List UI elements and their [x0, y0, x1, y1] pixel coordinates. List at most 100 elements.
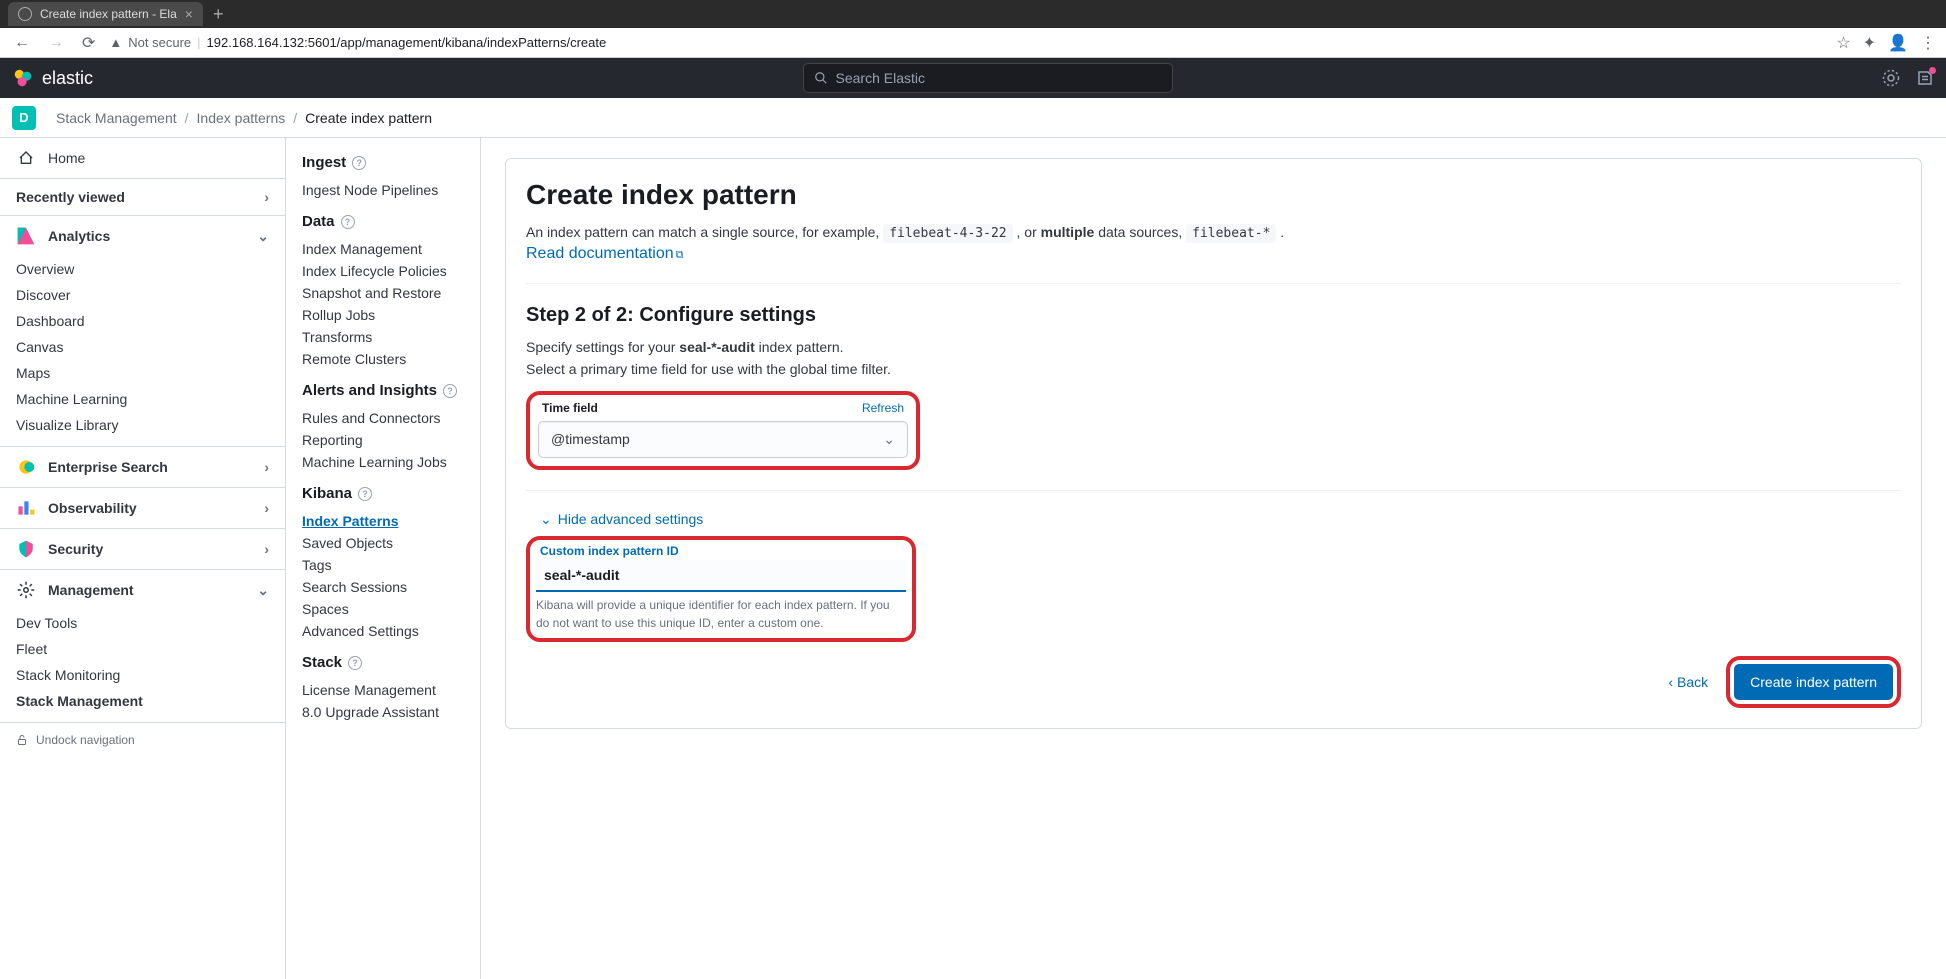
page-description: An index pattern can match a single sour…	[526, 221, 1901, 245]
advanced-settings-toggle[interactable]: ⌄ Hide advanced settings	[540, 511, 1901, 528]
elastic-logo[interactable]: elastic	[12, 67, 93, 89]
new-tab-button[interactable]: +	[203, 4, 234, 25]
read-documentation-link[interactable]: Read documentation⧉	[526, 245, 684, 262]
nav-maps[interactable]: Maps	[0, 360, 285, 386]
link-ilm[interactable]: Index Lifecycle Policies	[302, 260, 464, 282]
breadcrumb-current: Create index pattern	[305, 110, 432, 126]
space-selector[interactable]: D	[12, 106, 36, 130]
link-transforms[interactable]: Transforms	[302, 326, 464, 348]
link-snapshot[interactable]: Snapshot and Restore	[302, 282, 464, 304]
undock-nav[interactable]: Undock navigation	[0, 722, 285, 757]
nav-canvas[interactable]: Canvas	[0, 334, 285, 360]
breadcrumb-stack-management[interactable]: Stack Management	[56, 110, 177, 126]
address-bar[interactable]: ▲ Not secure | 192.168.164.132:5601/app/…	[109, 35, 1826, 50]
mid-heading-kibana: Kibana?	[302, 485, 464, 502]
search-icon	[814, 71, 828, 85]
external-link-icon: ⧉	[676, 249, 684, 261]
forward-browser-icon[interactable]: →	[44, 32, 68, 54]
link-index-management[interactable]: Index Management	[302, 238, 464, 260]
chevron-right-icon: ›	[264, 541, 269, 557]
time-field-value: @timestamp	[551, 431, 630, 447]
brand-text: elastic	[42, 68, 93, 89]
chevron-down-icon: ⌄	[883, 431, 895, 448]
link-tags[interactable]: Tags	[302, 554, 464, 576]
refresh-link[interactable]: Refresh	[862, 401, 904, 415]
global-search[interactable]: Search Elastic	[803, 63, 1173, 93]
link-remote-clusters[interactable]: Remote Clusters	[302, 348, 464, 370]
nav-stack-management[interactable]: Stack Management	[0, 688, 285, 714]
search-placeholder: Search Elastic	[836, 70, 925, 86]
nav-stack-monitoring[interactable]: Stack Monitoring	[0, 662, 285, 688]
not-secure-label: Not secure	[128, 35, 191, 50]
elastic-logo-icon	[12, 67, 34, 89]
breadcrumb-index-patterns[interactable]: Index patterns	[197, 110, 286, 126]
tab-title: Create index pattern - Ela	[40, 7, 177, 21]
help-icon[interactable]: ?	[443, 384, 457, 398]
nav-discover[interactable]: Discover	[0, 282, 285, 308]
time-field-select[interactable]: @timestamp ⌄	[538, 421, 908, 458]
link-rules[interactable]: Rules and Connectors	[302, 407, 464, 429]
custom-id-input[interactable]	[536, 560, 906, 592]
content-area: Create index pattern An index pattern ca…	[481, 138, 1946, 979]
link-license[interactable]: License Management	[302, 679, 464, 701]
mid-heading-alerts: Alerts and Insights?	[302, 382, 464, 399]
reload-icon[interactable]: ⟳	[78, 31, 99, 55]
browser-tab[interactable]: Create index pattern - Ela ×	[8, 2, 203, 26]
nav-dashboard[interactable]: Dashboard	[0, 308, 285, 334]
chevron-right-icon: ›	[264, 459, 269, 475]
breadcrumb: D Stack Management / Index patterns / Cr…	[0, 98, 1946, 138]
link-advanced-settings[interactable]: Advanced Settings	[302, 620, 464, 642]
star-icon[interactable]: ☆	[1836, 33, 1850, 53]
nav-enterprise-search[interactable]: Enterprise Search ›	[0, 447, 285, 487]
link-reporting[interactable]: Reporting	[302, 429, 464, 451]
help-icon[interactable]: ?	[358, 487, 372, 501]
nav-security[interactable]: Security ›	[0, 529, 285, 569]
link-upgrade[interactable]: 8.0 Upgrade Assistant	[302, 701, 464, 723]
help-icon[interactable]: ?	[352, 156, 366, 170]
close-tab-icon[interactable]: ×	[185, 6, 193, 22]
link-spaces[interactable]: Spaces	[302, 598, 464, 620]
help-icon[interactable]: ?	[341, 215, 355, 229]
back-browser-icon[interactable]: ←	[10, 32, 34, 54]
profile-icon[interactable]: 👤	[1888, 33, 1908, 53]
chevron-down-icon: ⌄	[257, 582, 269, 599]
link-saved-objects[interactable]: Saved Objects	[302, 532, 464, 554]
nav-management[interactable]: Management ⌄	[0, 570, 285, 610]
extensions-icon[interactable]: ✦	[1863, 33, 1876, 53]
code-example-1: filebeat-4-3-22	[883, 224, 1012, 243]
analytics-icon	[16, 226, 36, 246]
nav-overview[interactable]: Overview	[0, 256, 285, 282]
nav-observability[interactable]: Observability ›	[0, 488, 285, 528]
nav-home[interactable]: Home	[0, 138, 285, 178]
help-icon[interactable]: ?	[348, 656, 362, 670]
link-ml-jobs[interactable]: Machine Learning Jobs	[302, 451, 464, 473]
nav-ml[interactable]: Machine Learning	[0, 386, 285, 412]
tab-favicon	[18, 7, 32, 21]
mid-heading-ingest: Ingest?	[302, 154, 464, 171]
highlight-time-field: Time field Refresh @timestamp ⌄	[526, 391, 920, 470]
back-link[interactable]: ‹ Back	[1668, 674, 1708, 690]
link-search-sessions[interactable]: Search Sessions	[302, 576, 464, 598]
time-field-label: Time field	[542, 401, 598, 415]
nav-visualize[interactable]: Visualize Library	[0, 412, 285, 438]
link-ingest-pipelines[interactable]: Ingest Node Pipelines	[302, 179, 464, 201]
custom-id-help: Kibana will provide a unique identifier …	[536, 596, 906, 632]
primary-nav: Home Recently viewed › Analytics ⌄ Overv…	[0, 138, 286, 979]
highlight-custom-id: Custom index pattern ID Kibana will prov…	[526, 536, 916, 642]
lock-icon	[16, 734, 28, 746]
menu-icon[interactable]: ⋮	[1920, 33, 1936, 53]
help-icon[interactable]	[1882, 69, 1900, 87]
nav-analytics[interactable]: Analytics ⌄	[0, 216, 285, 256]
notification-dot	[1929, 67, 1936, 74]
nav-recently-viewed[interactable]: Recently viewed ›	[0, 179, 285, 215]
step-description-2: Select a primary time field for use with…	[526, 361, 1901, 377]
insecure-icon: ▲	[109, 35, 122, 50]
browser-toolbar: ← → ⟳ ▲ Not secure | 192.168.164.132:560…	[0, 28, 1946, 58]
nav-fleet[interactable]: Fleet	[0, 636, 285, 662]
news-icon[interactable]	[1916, 69, 1934, 87]
link-index-patterns[interactable]: Index Patterns	[302, 510, 464, 532]
create-index-pattern-button[interactable]: Create index pattern	[1734, 664, 1893, 700]
nav-dev-tools[interactable]: Dev Tools	[0, 610, 285, 636]
mid-heading-data: Data?	[302, 213, 464, 230]
link-rollup[interactable]: Rollup Jobs	[302, 304, 464, 326]
